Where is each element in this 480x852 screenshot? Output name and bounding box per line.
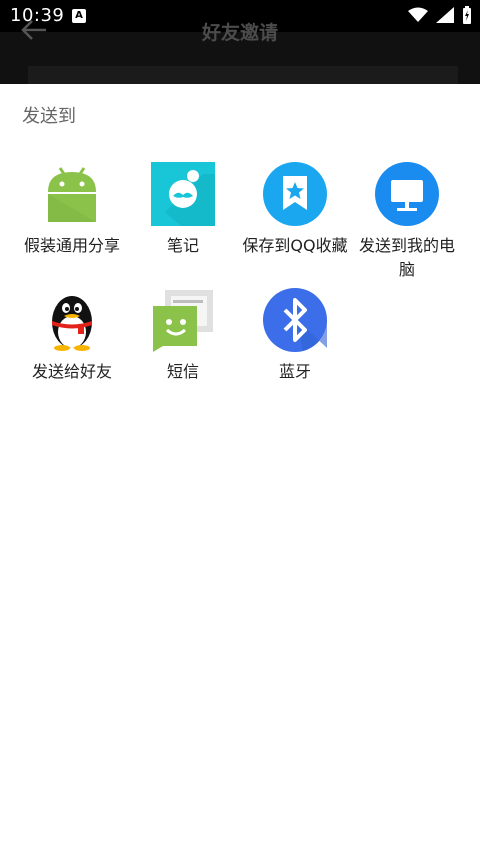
share-sheet-title: 发送到 [22, 106, 76, 127]
share-item-send-friend[interactable]: 发送给好友 [17, 288, 127, 384]
note-icon [151, 162, 215, 226]
page-title: 好友邀请 [201, 22, 278, 44]
share-item-my-computer[interactable]: 发送到我的电脑 [352, 162, 462, 282]
qq-penguin-icon [40, 288, 104, 352]
messaging-icon [151, 288, 215, 352]
bluetooth-icon [263, 288, 327, 352]
android-icon [40, 162, 104, 226]
share-item-bluetooth[interactable]: 蓝牙 [240, 288, 350, 384]
qq-favorite-icon [263, 162, 327, 226]
share-item-label: 假装通用分享 [23, 236, 120, 255]
share-sheet: 发送到 假装通用分享 笔记 保存到QQ收藏 发送到我的电脑 发送给好友 短信 蓝… [0, 84, 480, 852]
share-item-sms[interactable]: 短信 [128, 288, 238, 384]
app-bar-content-area [28, 66, 458, 84]
my-computer-icon [375, 162, 439, 226]
share-item-label: 保存到QQ收藏 [242, 236, 348, 255]
share-item-note[interactable]: 笔记 [128, 162, 238, 258]
share-item-label: 短信 [166, 362, 199, 381]
share-item-label: 笔记 [166, 236, 199, 255]
share-item-label: 发送给好友 [31, 362, 112, 381]
share-item-qq-favorite[interactable]: 保存到QQ收藏 [240, 162, 350, 258]
share-item-label: 蓝牙 [278, 362, 311, 381]
share-item-generic[interactable]: 假装通用分享 [17, 162, 127, 258]
share-item-label: 发送到我的电脑 [358, 236, 455, 279]
app-bar: 好友邀请 [0, 20, 480, 84]
